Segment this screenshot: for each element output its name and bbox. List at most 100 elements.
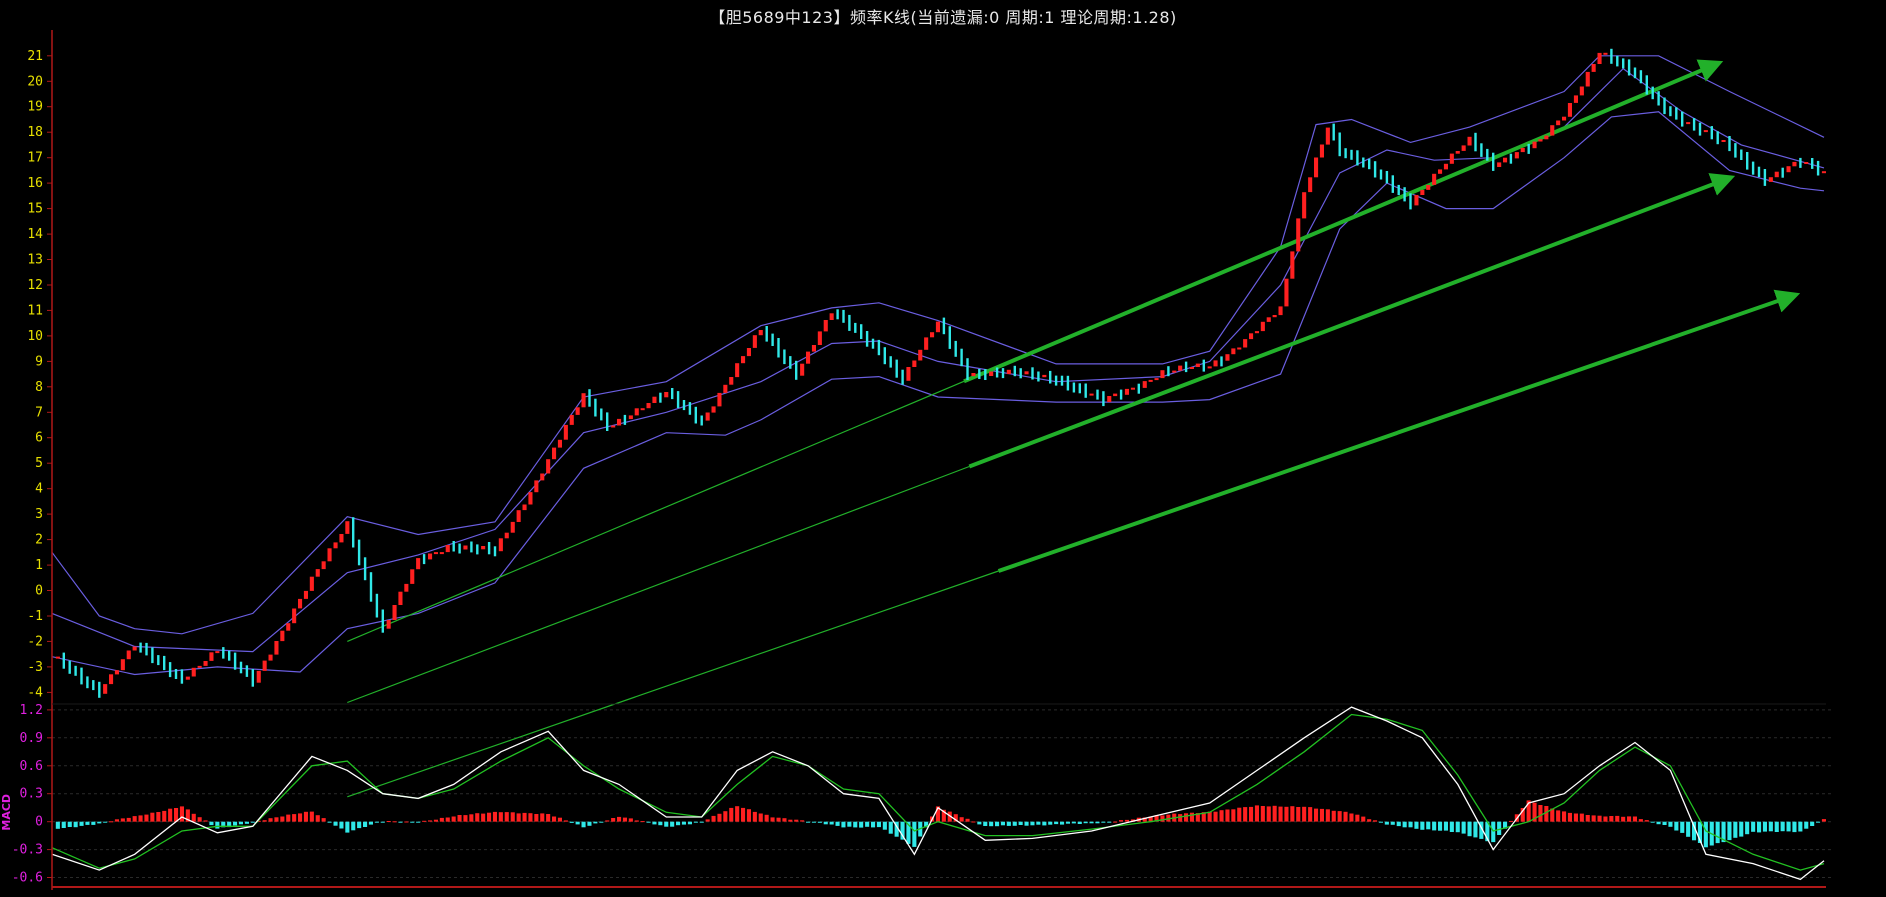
macd-bar xyxy=(1042,821,1047,826)
macd-bar xyxy=(97,821,102,824)
candle-down xyxy=(682,400,686,411)
candle-down xyxy=(1184,361,1188,373)
macd-bar xyxy=(351,821,356,831)
price-tick-label: 5 xyxy=(35,456,43,471)
candle-up xyxy=(109,674,114,685)
candle-up xyxy=(1686,122,1691,125)
candle-up xyxy=(327,548,332,562)
price-tick-label: 16 xyxy=(27,176,43,191)
macd-bar xyxy=(1231,809,1236,822)
candle-up xyxy=(1124,388,1129,395)
macd-bar xyxy=(664,821,669,827)
candle-down xyxy=(978,369,981,379)
candle-down xyxy=(1710,126,1713,140)
macd-bar xyxy=(1668,821,1673,827)
macd-bar xyxy=(540,813,545,822)
candle-up xyxy=(398,591,403,605)
candle-down xyxy=(163,655,166,671)
candle-up xyxy=(321,561,326,570)
macd-bar xyxy=(504,812,509,822)
macd-bar xyxy=(1367,819,1372,822)
candle-up xyxy=(1497,162,1502,167)
macd-bar xyxy=(1378,821,1383,823)
macd-bar xyxy=(120,818,125,822)
candle-up xyxy=(1243,339,1248,348)
candle-down xyxy=(783,349,786,365)
candle-down xyxy=(80,667,83,685)
band-middle xyxy=(51,67,1825,653)
candle-up xyxy=(800,363,805,376)
candle-up xyxy=(510,521,515,533)
price-tick-label: 21 xyxy=(27,49,43,64)
macd-bar xyxy=(735,806,740,822)
candle-up xyxy=(481,546,486,550)
macd-bar xyxy=(445,817,450,822)
candle-up xyxy=(1225,354,1230,361)
candle-up xyxy=(303,590,308,599)
candle-up xyxy=(333,542,338,549)
candle-up xyxy=(1792,161,1797,167)
macd-bar xyxy=(1213,811,1218,822)
candle-down xyxy=(1167,366,1170,377)
candle-up xyxy=(1414,195,1419,206)
candle-up xyxy=(1207,366,1212,369)
macd-bar xyxy=(428,820,433,822)
candle-down xyxy=(1692,118,1696,131)
macd-bar xyxy=(599,821,604,823)
macd-bar xyxy=(1768,821,1773,832)
macd-bar xyxy=(1408,821,1413,828)
candle-down xyxy=(1645,75,1648,95)
candle-down xyxy=(600,408,603,421)
macd-bar xyxy=(1325,809,1330,822)
macd-bar xyxy=(1491,821,1496,843)
candle-up xyxy=(1461,145,1466,151)
macd-bar xyxy=(806,821,811,823)
candle-up xyxy=(1438,169,1443,174)
candle-down xyxy=(174,669,178,679)
macd-bar xyxy=(1816,821,1821,823)
macd-bar xyxy=(1237,807,1242,822)
macd-bar xyxy=(1083,821,1088,824)
price-tick-label: 14 xyxy=(27,227,43,242)
candle-up xyxy=(439,552,444,555)
macd-bar xyxy=(1254,805,1259,822)
macd-bar xyxy=(67,821,72,827)
candle-up xyxy=(132,646,137,651)
macd-bar xyxy=(634,820,639,822)
candle-down xyxy=(594,398,597,417)
candle-up xyxy=(1325,127,1330,145)
candle-up xyxy=(1449,153,1454,164)
candle-down xyxy=(895,359,898,378)
macd-bar xyxy=(752,811,757,822)
candle-up xyxy=(126,650,131,660)
macd-bar xyxy=(203,820,208,822)
candle-down xyxy=(139,642,142,653)
macd-bar xyxy=(1538,805,1543,822)
macd-bar xyxy=(1048,821,1053,825)
candle-up xyxy=(345,521,350,534)
candle-up xyxy=(120,659,125,671)
trend-line-3-start xyxy=(347,570,999,798)
candle-up xyxy=(823,320,828,332)
candle-up xyxy=(1107,396,1112,403)
candle-up xyxy=(918,349,923,361)
macd-bar xyxy=(1030,821,1035,826)
candle-down xyxy=(623,414,627,425)
candle-down xyxy=(671,388,674,400)
macd-bar xyxy=(1762,821,1767,832)
candle-up xyxy=(1455,151,1460,154)
macd-bar xyxy=(617,816,622,822)
candle-down xyxy=(948,326,951,349)
macd-bar xyxy=(1018,821,1023,825)
candle-down xyxy=(1480,143,1483,157)
candle-up xyxy=(1296,218,1301,252)
candle-down xyxy=(1102,391,1105,407)
macd-bar xyxy=(1225,809,1230,822)
macd-tick-label: 0 xyxy=(35,815,43,830)
macd-bar xyxy=(687,821,692,825)
price-tick-label: 2 xyxy=(35,533,43,548)
candle-up xyxy=(1420,189,1425,195)
macd-bar xyxy=(1585,815,1590,822)
candle-up xyxy=(1130,387,1135,390)
macd-bar xyxy=(357,821,362,829)
